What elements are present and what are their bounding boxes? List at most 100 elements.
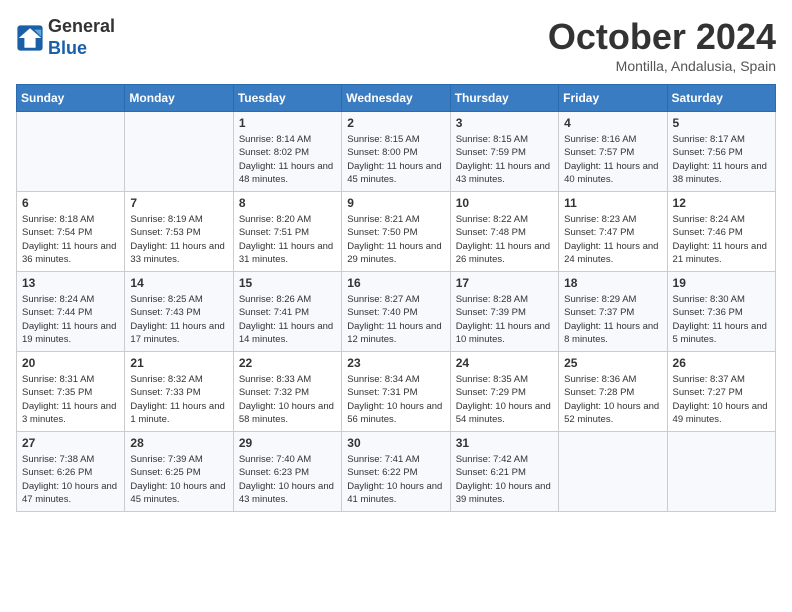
calendar-cell: 3Sunrise: 8:15 AMSunset: 7:59 PMDaylight…: [450, 112, 558, 192]
calendar-cell: 2 Sunrise: 8:15 AMSunset: 8:00 PMDaylight…: [342, 112, 450, 192]
calendar-cell: [559, 432, 667, 512]
calendar-week-row: 13 Sunrise: 8:24 AMSunset: 7:44 PMDayligh…: [17, 272, 776, 352]
logo: General Blue: [16, 16, 115, 59]
calendar-week-row: 20 Sunrise: 8:31 AMSunset: 7:35 PMDayligh…: [17, 352, 776, 432]
day-info: Sunrise: 8:35 AMSunset: 7:29 PMDaylight:…: [456, 373, 553, 426]
calendar-cell: 7Sunrise: 8:19 AMSunset: 7:53 PMDaylight…: [125, 192, 233, 272]
calendar-cell: 10 Sunrise: 8:22 AMSunset: 7:48 PMDayligh…: [450, 192, 558, 272]
day-number: 28: [130, 436, 227, 450]
day-info: Sunrise: 8:20 AMSunset: 7:51 PMDaylight:…: [239, 213, 336, 266]
day-number: 11: [564, 196, 661, 210]
weekday-header: Thursday: [450, 85, 558, 112]
day-info: Sunrise: 7:38 AMSunset: 6:26 PMDaylight:…: [22, 453, 119, 506]
calendar-cell: 31 Sunrise: 7:42 AMSunset: 6:21 PMDayligh…: [450, 432, 558, 512]
calendar-cell: 11 Sunrise: 8:23 AMSunset: 7:47 PMDayligh…: [559, 192, 667, 272]
day-number: 18: [564, 276, 661, 290]
calendar-week-row: 6 Sunrise: 8:18 AMSunset: 7:54 PMDaylight…: [17, 192, 776, 272]
calendar-cell: 20 Sunrise: 8:31 AMSunset: 7:35 PMDayligh…: [17, 352, 125, 432]
calendar-cell: 8 Sunrise: 8:20 AMSunset: 7:51 PMDaylight…: [233, 192, 341, 272]
calendar-cell: 1 Sunrise: 8:14 AMSunset: 8:02 PMDaylight…: [233, 112, 341, 192]
day-info: Sunrise: 8:28 AMSunset: 7:39 PMDaylight:…: [456, 293, 553, 346]
calendar-week-row: 1 Sunrise: 8:14 AMSunset: 8:02 PMDaylight…: [17, 112, 776, 192]
day-info: Sunrise: 7:39 AMSunset: 6:25 PMDaylight:…: [130, 453, 227, 506]
calendar-cell: 14Sunrise: 8:25 AMSunset: 7:43 PMDayligh…: [125, 272, 233, 352]
day-info: Sunrise: 8:29 AMSunset: 7:37 PMDaylight:…: [564, 293, 661, 346]
calendar-cell: 5 Sunrise: 8:17 AMSunset: 7:56 PMDaylight…: [667, 112, 775, 192]
day-number: 5: [673, 116, 770, 130]
day-number: 13: [22, 276, 119, 290]
day-number: 2: [347, 116, 444, 130]
day-info: Sunrise: 8:15 AMSunset: 8:00 PMDaylight:…: [347, 133, 444, 186]
day-number: 24: [456, 356, 553, 370]
day-info: Sunrise: 8:31 AMSunset: 7:35 PMDaylight:…: [22, 373, 119, 426]
day-number: 26: [673, 356, 770, 370]
calendar: SundayMondayTuesdayWednesdayThursdayFrid…: [16, 84, 776, 512]
month-title: October 2024: [548, 16, 776, 58]
calendar-cell: 16 Sunrise: 8:27 AMSunset: 7:40 PMDayligh…: [342, 272, 450, 352]
day-info: Sunrise: 8:27 AMSunset: 7:40 PMDaylight:…: [347, 293, 444, 346]
day-number: 1: [239, 116, 336, 130]
title-block: October 2024 Montilla, Andalusia, Spain: [548, 16, 776, 74]
calendar-cell: [125, 112, 233, 192]
calendar-header-row: SundayMondayTuesdayWednesdayThursdayFrid…: [17, 85, 776, 112]
day-number: 10: [456, 196, 553, 210]
calendar-cell: 24 Sunrise: 8:35 AMSunset: 7:29 PMDayligh…: [450, 352, 558, 432]
logo-icon: [16, 24, 44, 52]
calendar-cell: [17, 112, 125, 192]
day-number: 6: [22, 196, 119, 210]
day-number: 21: [130, 356, 227, 370]
day-info: Sunrise: 8:14 AMSunset: 8:02 PMDaylight:…: [239, 133, 336, 186]
day-number: 9: [347, 196, 444, 210]
calendar-cell: 23Sunrise: 8:34 AMSunset: 7:31 PMDayligh…: [342, 352, 450, 432]
day-info: Sunrise: 8:32 AMSunset: 7:33 PMDaylight:…: [130, 373, 227, 426]
day-number: 8: [239, 196, 336, 210]
day-number: 17: [456, 276, 553, 290]
day-info: Sunrise: 8:21 AMSunset: 7:50 PMDaylight:…: [347, 213, 444, 266]
day-number: 20: [22, 356, 119, 370]
calendar-cell: 4 Sunrise: 8:16 AMSunset: 7:57 PMDaylight…: [559, 112, 667, 192]
calendar-cell: 26Sunrise: 8:37 AMSunset: 7:27 PMDayligh…: [667, 352, 775, 432]
day-info: Sunrise: 8:33 AMSunset: 7:32 PMDaylight:…: [239, 373, 336, 426]
day-number: 16: [347, 276, 444, 290]
day-info: Sunrise: 8:17 AMSunset: 7:56 PMDaylight:…: [673, 133, 770, 186]
weekday-header: Wednesday: [342, 85, 450, 112]
day-info: Sunrise: 8:30 AMSunset: 7:36 PMDaylight:…: [673, 293, 770, 346]
calendar-cell: 25Sunrise: 8:36 AMSunset: 7:28 PMDayligh…: [559, 352, 667, 432]
day-number: 4: [564, 116, 661, 130]
day-info: Sunrise: 7:41 AMSunset: 6:22 PMDaylight:…: [347, 453, 444, 506]
calendar-cell: 27Sunrise: 7:38 AMSunset: 6:26 PMDayligh…: [17, 432, 125, 512]
day-info: Sunrise: 8:24 AMSunset: 7:46 PMDaylight:…: [673, 213, 770, 266]
day-info: Sunrise: 8:25 AMSunset: 7:43 PMDaylight:…: [130, 293, 227, 346]
day-info: Sunrise: 8:23 AMSunset: 7:47 PMDaylight:…: [564, 213, 661, 266]
calendar-cell: 6 Sunrise: 8:18 AMSunset: 7:54 PMDaylight…: [17, 192, 125, 272]
weekday-header: Friday: [559, 85, 667, 112]
day-info: Sunrise: 8:26 AMSunset: 7:41 PMDaylight:…: [239, 293, 336, 346]
day-number: 30: [347, 436, 444, 450]
day-number: 29: [239, 436, 336, 450]
calendar-cell: 13 Sunrise: 8:24 AMSunset: 7:44 PMDayligh…: [17, 272, 125, 352]
weekday-header: Sunday: [17, 85, 125, 112]
day-number: 31: [456, 436, 553, 450]
day-number: 12: [673, 196, 770, 210]
weekday-header: Saturday: [667, 85, 775, 112]
day-info: Sunrise: 8:16 AMSunset: 7:57 PMDaylight:…: [564, 133, 661, 186]
day-info: Sunrise: 8:22 AMSunset: 7:48 PMDaylight:…: [456, 213, 553, 266]
calendar-cell: 9 Sunrise: 8:21 AMSunset: 7:50 PMDaylight…: [342, 192, 450, 272]
page-header: General Blue October 2024 Montilla, Anda…: [16, 16, 776, 74]
day-info: Sunrise: 8:18 AMSunset: 7:54 PMDaylight:…: [22, 213, 119, 266]
weekday-header: Tuesday: [233, 85, 341, 112]
calendar-cell: [667, 432, 775, 512]
day-number: 25: [564, 356, 661, 370]
calendar-cell: 29 Sunrise: 7:40 AMSunset: 6:23 PMDayligh…: [233, 432, 341, 512]
location: Montilla, Andalusia, Spain: [548, 58, 776, 74]
day-info: Sunrise: 7:40 AMSunset: 6:23 PMDaylight:…: [239, 453, 336, 506]
calendar-week-row: 27Sunrise: 7:38 AMSunset: 6:26 PMDayligh…: [17, 432, 776, 512]
calendar-cell: 30 Sunrise: 7:41 AMSunset: 6:22 PMDayligh…: [342, 432, 450, 512]
calendar-cell: 22Sunrise: 8:33 AMSunset: 7:32 PMDayligh…: [233, 352, 341, 432]
day-info: Sunrise: 7:42 AMSunset: 6:21 PMDaylight:…: [456, 453, 553, 506]
day-number: 3: [456, 116, 553, 130]
day-number: 15: [239, 276, 336, 290]
day-info: Sunrise: 8:34 AMSunset: 7:31 PMDaylight:…: [347, 373, 444, 426]
day-info: Sunrise: 8:24 AMSunset: 7:44 PMDaylight:…: [22, 293, 119, 346]
calendar-cell: 21 Sunrise: 8:32 AMSunset: 7:33 PMDayligh…: [125, 352, 233, 432]
